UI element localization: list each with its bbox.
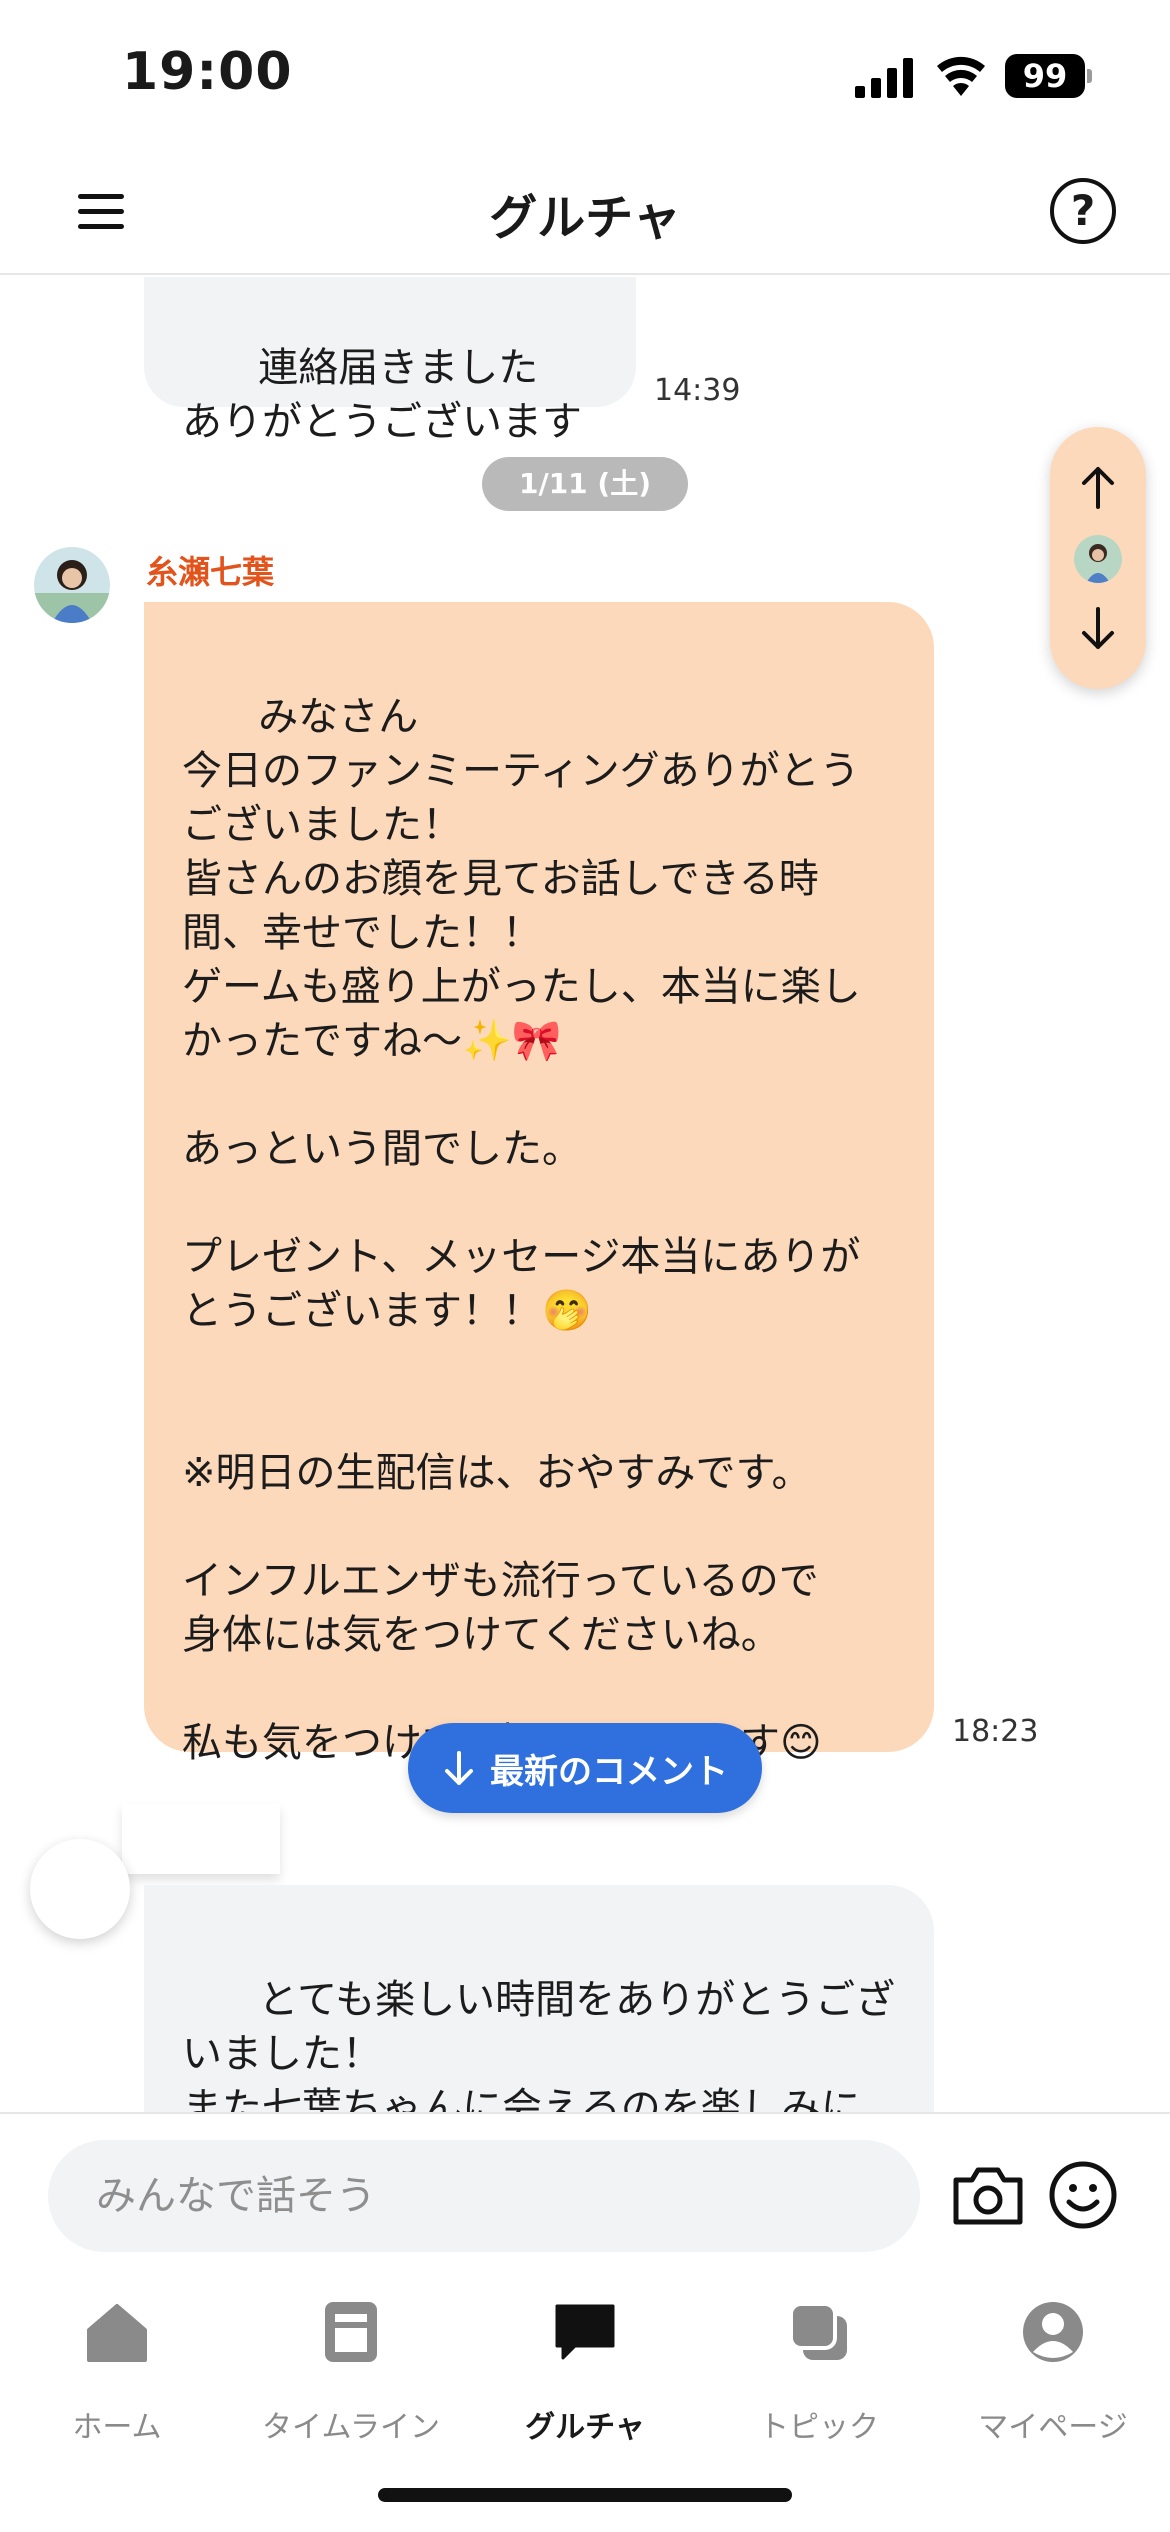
message-text: とても楽しい時間をありがとうございました！ また七葉ちゃんに会えるのを楽しみにし… xyxy=(182,1977,896,2112)
tab-group-chat[interactable]: グルチャ xyxy=(468,2300,702,2450)
tab-topic[interactable]: トピック xyxy=(702,2300,936,2450)
tab-mypage[interactable]: マイページ xyxy=(936,2300,1170,2450)
emoji-icon[interactable] xyxy=(1048,2160,1118,2230)
date-divider: 1/11 (土) xyxy=(482,457,688,511)
status-time: 19:00 xyxy=(122,42,293,102)
message-bubble: 連絡届きました ありがとうございます xyxy=(144,277,636,445)
tab-home[interactable]: ホーム xyxy=(0,2300,234,2450)
message-input-bar xyxy=(0,2112,1170,2260)
home-icon xyxy=(87,2304,147,2362)
tab-label: グルチャ xyxy=(525,2410,645,2445)
app-screen: 19:00 99 グルチャ ? 連絡届きました ありがとうございます 14:39… xyxy=(0,0,1170,2532)
tab-label: タイムライン xyxy=(262,2410,440,2445)
chat-icon xyxy=(555,2304,615,2360)
arrow-down-icon[interactable] xyxy=(1072,603,1124,655)
tab-label: トピック xyxy=(759,2410,879,2445)
arrow-up-icon[interactable] xyxy=(1072,461,1124,513)
battery-indicator: 99 xyxy=(1005,54,1092,98)
status-bar: 19:00 99 xyxy=(0,0,1170,150)
timeline-icon xyxy=(325,2302,377,2362)
avatar[interactable] xyxy=(30,1839,130,1939)
message-bubble: みなさん 今日のファンミーティングありがとうございました！ 皆さんのお顔を見てお… xyxy=(144,602,934,1766)
message-input[interactable] xyxy=(48,2140,920,2252)
battery-level: 99 xyxy=(1005,54,1085,98)
nav-avatar[interactable] xyxy=(1074,535,1122,583)
chat-thread[interactable]: 連絡届きました ありがとうございます 14:39 1/11 (土) 糸瀬七葉 み… xyxy=(0,277,1170,2112)
cellular-signal-icon xyxy=(855,58,913,98)
scroll-navigator xyxy=(1050,427,1146,689)
arrow-down-icon xyxy=(445,1751,473,1785)
message-bubble: とても楽しい時間をありがとうございました！ また七葉ちゃんに会えるのを楽しみにし… xyxy=(144,1885,934,2112)
message-time: 14:39 xyxy=(654,373,741,408)
tab-timeline[interactable]: タイムライン xyxy=(234,2300,468,2450)
wifi-icon xyxy=(937,56,985,96)
profile-icon xyxy=(1023,2302,1083,2362)
page-title: グルチャ xyxy=(489,190,681,246)
reply-card-shadow xyxy=(122,1804,280,1874)
avatar[interactable] xyxy=(34,547,110,623)
tab-label: ホーム xyxy=(72,2410,162,2445)
sender-name: 糸瀬七葉 xyxy=(146,553,275,591)
home-indicator xyxy=(378,2488,792,2502)
camera-icon[interactable] xyxy=(950,2164,1026,2228)
message-text: みなさん 今日のファンミーティングありがとうございました！ 皆さんのお顔を見てお… xyxy=(182,694,861,1766)
battery-cap xyxy=(1087,69,1092,83)
app-header: グルチャ ? xyxy=(0,150,1170,275)
help-icon[interactable]: ? xyxy=(1050,178,1116,244)
message-text: 連絡届きました ありがとうございます xyxy=(182,345,582,445)
latest-comment-label: 最新のコメント xyxy=(490,1751,728,1792)
message-time: 18:23 xyxy=(952,1714,1039,1749)
tab-label: マイページ xyxy=(978,2410,1128,2445)
topic-icon xyxy=(789,2302,847,2360)
latest-comment-button[interactable]: 最新のコメント xyxy=(408,1723,762,1813)
